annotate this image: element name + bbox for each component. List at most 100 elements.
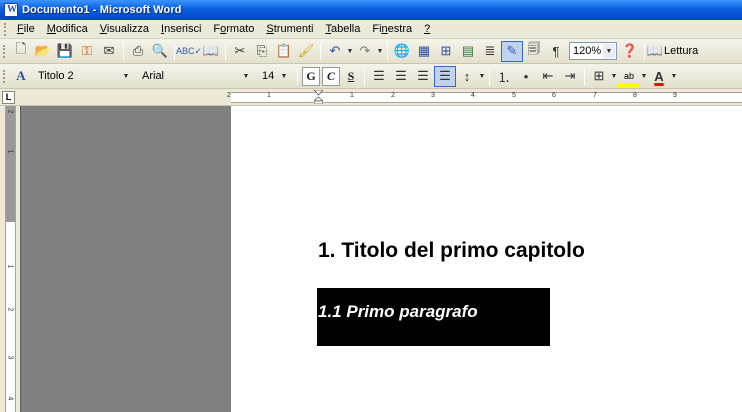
document-page[interactable]: 1. Titolo del primo capitolo 1.1 Primo p… <box>231 106 742 412</box>
heading-1[interactable]: 1. Titolo del primo capitolo <box>318 239 585 263</box>
insert-table-icon[interactable]: ⊞ <box>435 41 457 62</box>
format-painter-icon[interactable]: 🖌 <box>295 41 317 62</box>
spelling-icon[interactable]: ABC✓ <box>176 41 202 62</box>
tables-borders-icon[interactable]: ▦ <box>413 41 435 62</box>
vertical-ruler-margin <box>6 106 15 222</box>
heading-2[interactable]: 1.1 Primo paragrafo <box>318 302 478 322</box>
separator <box>297 67 298 85</box>
menu-grip[interactable] <box>4 22 7 36</box>
menu-strumenti[interactable]: Strumenti <box>260 23 319 35</box>
separator <box>174 42 175 60</box>
menu-bar: File Modifica Visualizza Inserisci Forma… <box>0 20 742 39</box>
ruler-tick: 8 <box>633 92 637 99</box>
reading-button[interactable]: Lettura <box>662 45 700 57</box>
ruler-tick: 3 <box>431 92 435 99</box>
document-background <box>20 106 231 412</box>
indent-marker[interactable] <box>314 90 323 104</box>
underline-button[interactable]: S <box>342 67 360 86</box>
toolbar-grip[interactable] <box>3 44 6 58</box>
chevron-down-icon[interactable]: ▼ <box>603 44 615 58</box>
separator <box>123 42 124 60</box>
ruler-tick: 4 <box>6 396 14 401</box>
menu-help[interactable]: ? <box>418 23 436 35</box>
new-document-icon[interactable]: 🗋 <box>10 41 32 62</box>
undo-icon[interactable]: ↶ <box>324 41 346 62</box>
help-icon[interactable]: ❓ <box>619 41 641 62</box>
word-app-icon[interactable] <box>4 3 18 17</box>
line-spacing-dropdown-icon[interactable]: ▼ <box>478 66 486 87</box>
permission-icon[interactable]: ⚿ <box>76 41 98 62</box>
font-color-dropdown-icon[interactable]: ▼ <box>670 66 678 87</box>
chevron-down-icon[interactable]: ▼ <box>278 69 290 83</box>
justify-icon[interactable]: ☰ <box>434 65 456 87</box>
print-icon[interactable]: ⎙ <box>127 41 149 62</box>
align-center-icon[interactable]: ☰ <box>390 66 412 87</box>
columns-icon[interactable]: ≣ <box>479 41 501 62</box>
undo-dropdown-icon[interactable]: ▼ <box>346 41 354 62</box>
formatting-toolbar: A Titolo 2 ▼ Arial ▼ 14 ▼ G C S ☰ ☰ ☰ ☰ … <box>0 64 742 89</box>
ruler-tick: 2 <box>6 307 14 312</box>
highlight-dropdown-icon[interactable]: ▼ <box>640 66 648 87</box>
size-select[interactable]: 14 ▼ <box>258 67 292 85</box>
menu-visualizza[interactable]: Visualizza <box>94 23 155 35</box>
borders-icon[interactable]: ⊞ <box>588 66 610 87</box>
window-title: Documento1 - Microsoft Word <box>22 4 182 16</box>
chevron-down-icon[interactable]: ▼ <box>120 69 132 83</box>
document-map-icon[interactable]: 🗐 <box>523 41 545 62</box>
open-icon[interactable]: 📂 <box>32 41 54 62</box>
drawing-icon[interactable]: ✎ <box>501 40 523 62</box>
font-select[interactable]: Arial ▼ <box>138 67 254 85</box>
italic-button[interactable]: C <box>322 66 340 86</box>
line-spacing-icon[interactable]: ↕ <box>456 66 478 87</box>
decrease-indent-icon[interactable]: ⇤ <box>537 66 559 87</box>
save-icon[interactable]: 💾 <box>54 41 76 62</box>
separator <box>489 67 490 85</box>
vertical-ruler[interactable]: 2 1 1 2 3 4 <box>5 106 16 412</box>
tab-selector[interactable]: L <box>2 91 15 104</box>
redo-dropdown-icon[interactable]: ▼ <box>376 41 384 62</box>
reading-icon[interactable]: 📖 <box>647 41 663 62</box>
copy-icon[interactable]: ⎘ <box>251 41 273 62</box>
numbering-icon[interactable]: ⒈ <box>493 66 515 87</box>
styles-icon[interactable]: A <box>10 66 32 87</box>
separator <box>320 42 321 60</box>
hyperlink-icon[interactable]: 🌐 <box>391 41 413 62</box>
menu-finestra[interactable]: Finestra <box>366 23 418 35</box>
borders-dropdown-icon[interactable]: ▼ <box>610 66 618 87</box>
insert-excel-icon[interactable]: ▤ <box>457 41 479 62</box>
email-icon[interactable]: ✉ <box>98 41 120 62</box>
menu-inserisci[interactable]: Inserisci <box>155 23 207 35</box>
style-select[interactable]: Titolo 2 ▼ <box>34 67 134 85</box>
redo-icon[interactable]: ↷ <box>354 41 376 62</box>
style-value: Titolo 2 <box>38 70 74 82</box>
cut-icon[interactable]: ✂ <box>229 41 251 62</box>
highlight-icon[interactable]: ab <box>618 65 640 87</box>
menu-file[interactable]: File <box>11 23 41 35</box>
ruler-tick: 2 <box>6 109 14 114</box>
bullets-icon[interactable]: • <box>515 66 537 87</box>
menu-tabella[interactable]: Tabella <box>319 23 366 35</box>
increase-indent-icon[interactable]: ⇥ <box>559 66 581 87</box>
print-preview-icon[interactable]: 🔍 <box>149 41 171 62</box>
ruler-tick: 2 <box>227 92 231 99</box>
horizontal-ruler[interactable]: 2 1 1 2 3 4 5 6 7 8 9 <box>227 92 742 103</box>
toolbar-grip[interactable] <box>3 69 6 83</box>
paste-icon[interactable]: 📋 <box>273 41 295 62</box>
font-color-icon[interactable]: A <box>648 66 670 87</box>
menu-modifica[interactable]: Modifica <box>41 23 94 35</box>
selected-heading-2[interactable]: 1.1 Primo paragrafo <box>317 288 550 346</box>
title-bar[interactable]: Documento1 - Microsoft Word <box>0 0 742 20</box>
separator <box>364 67 365 85</box>
menu-formato[interactable]: Formato <box>207 23 260 35</box>
show-hide-icon[interactable]: ¶ <box>545 41 567 62</box>
zoom-select[interactable]: 120% ▼ <box>569 42 617 60</box>
separator <box>584 67 585 85</box>
bold-button[interactable]: G <box>302 66 320 86</box>
separator <box>644 42 645 60</box>
align-left-icon[interactable]: ☰ <box>368 66 390 87</box>
separator <box>225 42 226 60</box>
ruler-tick: 2 <box>391 92 395 99</box>
research-icon[interactable]: 📖 <box>200 41 222 62</box>
chevron-down-icon[interactable]: ▼ <box>240 69 252 83</box>
align-right-icon[interactable]: ☰ <box>412 66 434 87</box>
